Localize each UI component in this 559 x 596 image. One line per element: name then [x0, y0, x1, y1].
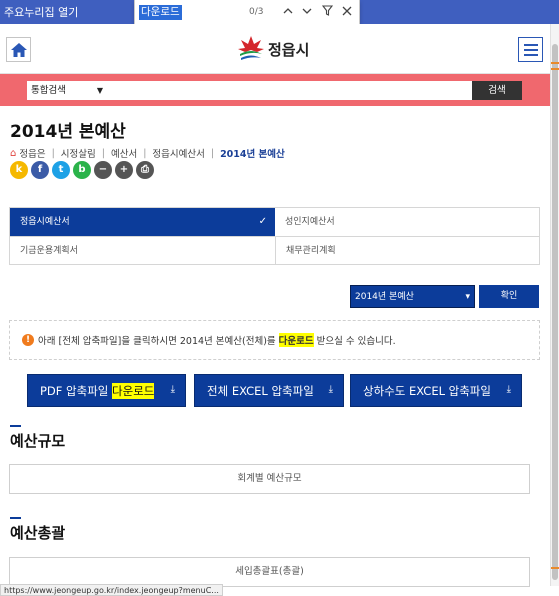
breadcrumb-item[interactable]: 정읍은 [19, 146, 45, 160]
search-band: 통합검색 ▼ 검색 [0, 74, 550, 106]
download-icon: ⤓ [506, 384, 511, 395]
pdf-download-button[interactable]: PDF 압축파일 다운로드 ⤓ [27, 374, 186, 407]
band-icon[interactable]: b [73, 161, 91, 179]
find-match-marker [551, 62, 559, 64]
search-button[interactable]: 검색 [472, 81, 522, 100]
search-scope-select[interactable]: 통합검색 ▼ [29, 83, 105, 98]
filter-icon [321, 5, 333, 16]
print-icon[interactable]: ⎙ [136, 161, 154, 179]
tab-label: 성인지예산서 [285, 217, 335, 227]
share-toolbar: k f t b − + ⎙ [10, 161, 157, 179]
breadcrumb-item[interactable]: 예산서 [111, 146, 137, 160]
tab-label: 채무관리계획 [286, 246, 336, 256]
budget-year-value: 2014년 본예산 [355, 292, 414, 302]
breadcrumb: ⌂ 정읍은 | 시정살림 | 예산서 | 정읍시예산서 | 2014년 본예산 [10, 146, 285, 161]
confirm-button[interactable]: 확인 [479, 285, 539, 308]
breadcrumb-separator: | [210, 147, 215, 159]
hamburger-line [524, 49, 538, 51]
main-sites-link[interactable]: 주요누리집 열기 [4, 4, 78, 20]
zoom-out-icon[interactable]: − [94, 161, 112, 179]
section-accent [10, 425, 21, 427]
search-input[interactable]: 통합검색 ▼ 검색 [27, 81, 522, 100]
hamburger-line [524, 54, 538, 56]
caret-down-icon: ▼ [96, 86, 103, 95]
breadcrumb-separator: | [51, 147, 55, 159]
section-title: 예산총괄 [10, 524, 66, 542]
notice-highlight: 다운로드 [278, 333, 314, 347]
kakaostory-icon[interactable]: k [10, 161, 28, 179]
page-title: 2014년 본예산 [10, 122, 126, 142]
find-match-count: 0/3 [249, 7, 264, 17]
alert-icon: ! [22, 334, 34, 346]
breadcrumb-item[interactable]: 정읍시예산서 [152, 146, 204, 160]
tab-fund-plan[interactable]: 기금운용계획서 [10, 236, 275, 264]
breadcrumb-separator: | [143, 147, 147, 159]
find-close-button[interactable] [338, 4, 356, 22]
download-notice: ! 아래 [전체 압축파일]을 클릭하시면 2014년 본예산(전체)를 다운로… [9, 320, 540, 360]
home-icon [11, 43, 27, 57]
chevron-up-icon [283, 8, 293, 14]
download-icon: ⤓ [328, 384, 333, 395]
tab-debt-plan[interactable]: 채무관리계획 [275, 236, 539, 264]
breadcrumb-separator: | [101, 147, 105, 159]
close-icon [342, 6, 352, 16]
section-link-box[interactable]: 세입총괄표(총괄) [9, 557, 530, 587]
home-icon: ⌂ [10, 147, 17, 159]
breadcrumb-item[interactable]: 시정살림 [61, 146, 96, 160]
download-label: 전체 EXCEL 압축파일 [207, 383, 314, 398]
check-icon: ✓ [258, 216, 267, 227]
facebook-icon[interactable]: f [31, 161, 49, 179]
menu-button[interactable] [518, 37, 543, 62]
sewerage-excel-download-button[interactable]: 상하수도 EXCEL 압축파일 ⤓ [350, 374, 522, 407]
hamburger-icon [524, 44, 538, 46]
download-label: 상하수도 EXCEL 압축파일 [363, 383, 491, 398]
find-match-marker [551, 68, 559, 70]
notice-text-after: 받으실 수 있습니다. [313, 336, 396, 347]
budget-tabs: 정읍시예산서 ✓ 성인지예산서 기금운용계획서 채무관리계획 [9, 207, 540, 265]
section-accent [10, 517, 21, 519]
zoom-in-icon[interactable]: + [115, 161, 133, 179]
site-header: 정읍시 [0, 24, 550, 74]
find-next-button[interactable] [298, 4, 316, 22]
scrollbar-thumb[interactable] [552, 44, 558, 580]
download-label: PDF 압축파일 [40, 383, 113, 398]
search-scope-value: 통합검색 [31, 85, 66, 96]
home-button[interactable] [6, 37, 31, 62]
tab-jeongeup-budget[interactable]: 정읍시예산서 ✓ [10, 208, 275, 236]
find-input[interactable]: 다운로드 [139, 5, 182, 20]
status-url: https://www.jeongeup.go.kr/index.jeongeu… [0, 584, 223, 596]
notice-text-before: 아래 [전체 압축파일]을 클릭하시면 2014년 본예산(전체)를 [38, 336, 279, 347]
download-icon: ⤓ [170, 384, 175, 395]
site-name: 정읍시 [268, 40, 310, 59]
budget-year-select[interactable]: 2014년 본예산 ▾ [350, 285, 475, 308]
excel-download-button[interactable]: 전체 EXCEL 압축파일 ⤓ [194, 374, 344, 407]
find-match-marker [551, 567, 559, 569]
site-logo[interactable]: 정읍시 [236, 34, 309, 64]
chevron-down-icon [302, 8, 312, 14]
chevron-down-icon: ▾ [465, 292, 470, 302]
find-bar: 다운로드 0/3 [134, 0, 360, 26]
find-previous-button[interactable] [279, 4, 297, 22]
find-filter-button[interactable] [318, 4, 336, 22]
tab-gender-budget[interactable]: 성인지예산서 [275, 208, 539, 236]
city-emblem-icon [238, 36, 264, 60]
section-title: 예산규모 [10, 432, 66, 450]
download-highlight: 다운로드 [112, 382, 155, 399]
tab-label: 기금운용계획서 [20, 246, 78, 256]
tab-label: 정읍시예산서 [20, 217, 70, 227]
section-link-box[interactable]: 회계별 예산규모 [9, 464, 530, 494]
breadcrumb-current: 2014년 본예산 [220, 149, 285, 160]
twitter-icon[interactable]: t [52, 161, 70, 179]
page-scrollbar[interactable] [550, 24, 559, 586]
